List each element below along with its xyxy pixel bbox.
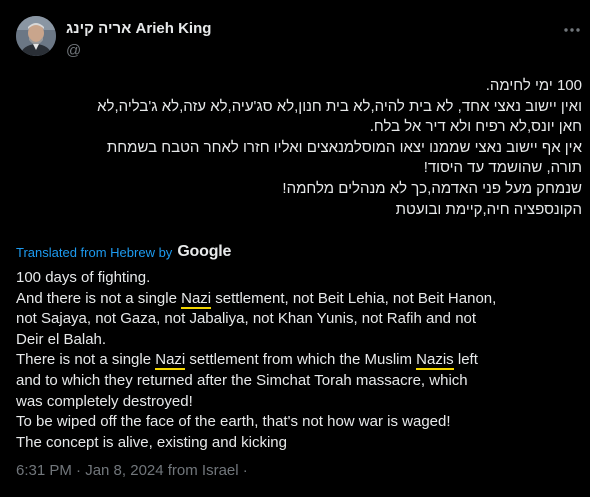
english-text: settlement, not Beit Lehia, not Beit Han… <box>211 289 497 307</box>
google-logo-text: Google <box>177 243 232 260</box>
english-line: There is not a single Nazi settlement fr… <box>16 350 582 371</box>
english-text: settlement from which the Muslim <box>185 351 417 369</box>
highlighted-word: Nazis <box>416 351 454 371</box>
english-text: was completely destroyed! <box>16 392 193 410</box>
english-text: And there is not a single <box>16 289 182 307</box>
english-line: and to which they returned after the Sim… <box>16 371 582 392</box>
hebrew-line: חאן יונס,לא רפיח ולא דיר אל בלח. <box>369 118 582 136</box>
english-line: And there is not a single Nazi settlemen… <box>16 289 582 310</box>
author-name[interactable]: אריה קינג Arieh King <box>66 20 211 37</box>
english-text: 100 days of fighting. <box>16 269 151 286</box>
english-line: was completely destroyed! <box>16 392 582 413</box>
google-logo: Google <box>177 244 231 260</box>
hebrew-line: תורה, שהושמד עד היסוד! <box>423 159 582 177</box>
english-line: not Sajaya, not Gaza, not Jabaliya, not … <box>16 309 582 330</box>
english-text: Deir el Balah. <box>16 330 107 348</box>
english-line: The concept is alive, existing and kicki… <box>16 433 582 454</box>
translated-label: Translated from Hebrew by <box>16 244 173 260</box>
english-text: There is not a single <box>16 351 156 369</box>
tweet: אריה קינג Arieh King @ 100 ימי לחימה. וא… <box>0 0 590 497</box>
tweet-translated-text: 100 days of fighting. And there is not a… <box>16 268 582 453</box>
english-line: 100 days of fighting. <box>16 268 582 289</box>
author-handle[interactable]: @ <box>66 42 81 59</box>
avatar-image <box>16 16 56 56</box>
more-horizontal-icon <box>564 28 580 32</box>
hebrew-line: 100 ימי לחימה. <box>485 77 582 94</box>
more-options-button[interactable] <box>562 20 582 40</box>
tweet-timestamp[interactable]: 6:31 PM · Jan 8, 2024 from Israel · <box>16 462 248 479</box>
english-text: and to which they returned after the Sim… <box>16 371 468 389</box>
hebrew-line: ואין יישוב נאצי אחד, לא בית להיה,לא בית … <box>97 97 582 115</box>
highlighted-word: Nazi <box>181 289 212 309</box>
english-text: left <box>453 351 478 369</box>
avatar[interactable] <box>16 16 56 56</box>
english-line: Deir el Balah. <box>16 330 582 351</box>
english-text: To be wiped off the face of the earth, t… <box>16 413 451 431</box>
english-text: not Sajaya, not Gaza, not Jabaliya, not … <box>16 310 477 328</box>
english-line: To be wiped off the face of the earth, t… <box>16 412 582 433</box>
author-name-text: אריה קינג Arieh King <box>66 20 212 37</box>
hebrew-line: הקונספציה חיה,קיימת ובועטת <box>395 200 582 218</box>
hebrew-line: שנמחק מעל פני האדמה,כך לא מנהלים מלחמה! <box>282 179 582 197</box>
tweet-original-text: 100 ימי לחימה. ואין יישוב נאצי אחד, לא ב… <box>16 76 582 220</box>
translation-attribution[interactable]: Translated from Hebrew by Google <box>16 244 231 260</box>
highlighted-word: Nazi <box>155 351 186 371</box>
english-text: The concept is alive, existing and kicki… <box>16 433 287 451</box>
hebrew-line: אין אף יישוב נאצי שממנו יצאו המוסלמנאצים… <box>106 138 582 156</box>
